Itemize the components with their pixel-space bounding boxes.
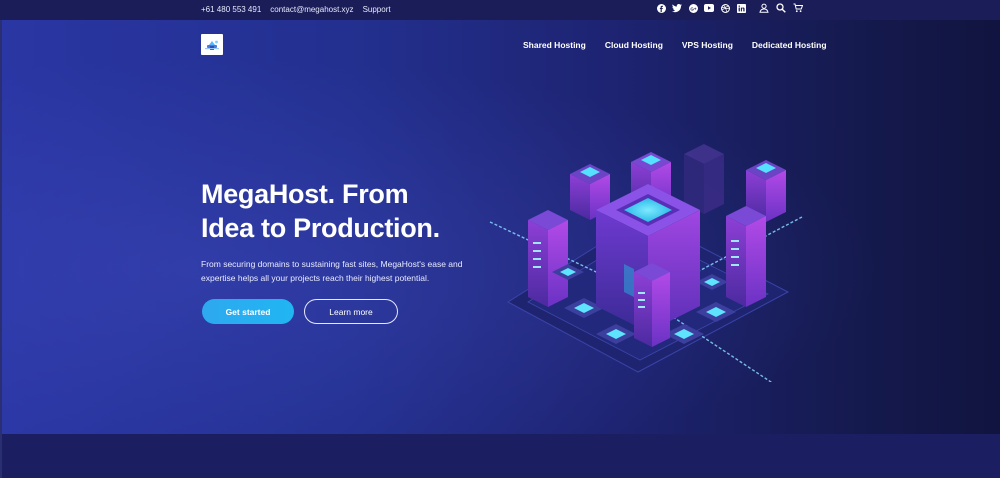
email-link[interactable]: contact@megahost.xyz: [270, 5, 353, 14]
facebook-icon[interactable]: [656, 3, 666, 13]
main-nav: Shared Hosting Cloud Hosting VPS Hosting…: [523, 40, 827, 50]
hero-subtext: From securing domains to sustaining fast…: [201, 259, 463, 283]
linkedin-icon[interactable]: [736, 3, 746, 13]
hero-section: Shared Hosting Cloud Hosting VPS Hosting…: [2, 20, 1000, 434]
dribbble-icon[interactable]: [720, 3, 730, 13]
headline-line-1: MegaHost. From: [201, 179, 409, 209]
youtube-icon[interactable]: [704, 3, 714, 13]
google-plus-icon[interactable]: G+: [688, 3, 698, 13]
nav-vps-hosting[interactable]: VPS Hosting: [682, 40, 733, 50]
nav-dedicated-hosting[interactable]: Dedicated Hosting: [752, 40, 827, 50]
tower-left: [528, 210, 568, 307]
learn-more-button[interactable]: Learn more: [304, 299, 398, 324]
twitter-icon[interactable]: [672, 3, 682, 13]
top-bar: +61 480 553 491 contact@megahost.xyz Sup…: [0, 0, 1000, 20]
tower-back-right-dim: [684, 144, 724, 214]
tower-right: [726, 206, 766, 307]
user-icon[interactable]: [759, 3, 769, 13]
nav-shared-hosting[interactable]: Shared Hosting: [523, 40, 586, 50]
cart-icon[interactable]: [793, 3, 803, 13]
svg-text:G+: G+: [690, 6, 697, 11]
hero-headline: MegaHost. From Idea to Production.: [201, 177, 501, 245]
tower-front: [634, 263, 670, 347]
contact-info: +61 480 553 491 contact@megahost.xyz Sup…: [201, 5, 391, 14]
headline-line-2: Idea to Production.: [201, 213, 440, 243]
support-link[interactable]: Support: [363, 5, 391, 14]
server-illustration: [489, 144, 803, 382]
phone-number[interactable]: +61 480 553 491: [201, 5, 261, 14]
nav-cloud-hosting[interactable]: Cloud Hosting: [605, 40, 663, 50]
search-icon[interactable]: [776, 3, 786, 13]
social-links: G+: [656, 3, 746, 13]
utility-links: [759, 3, 803, 13]
get-started-button[interactable]: Get started: [202, 299, 294, 324]
site-logo[interactable]: [201, 34, 223, 55]
next-section-band: [2, 434, 1000, 478]
